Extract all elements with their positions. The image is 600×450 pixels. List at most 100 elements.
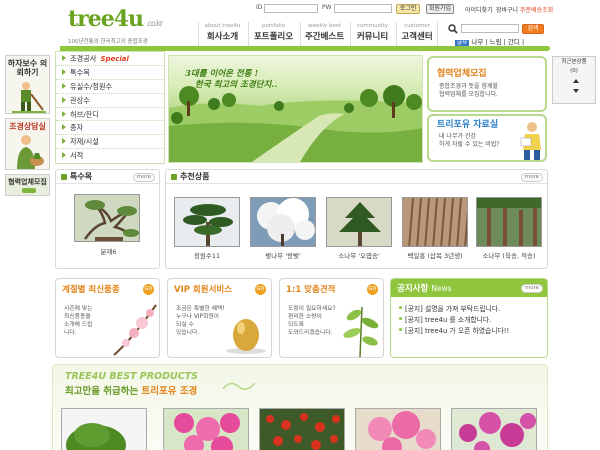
nav-about-label: 회사소개 [206,32,239,42]
category-materials[interactable]: 자재/시설 [56,135,164,150]
product-photo-3[interactable] [326,197,392,247]
signup-button[interactable]: 회원가입 [426,4,454,14]
pink-blossom-image [368,411,436,450]
notice-more-button[interactable]: more [520,284,543,293]
pw-label: PW [322,4,332,11]
partner-recruit-title: 협력업체모집 [437,69,487,79]
nav-about[interactable]: about tree4u 회사소개 [198,22,246,46]
font-size-links[interactable]: 나무 | 느림 | 간디 | [471,38,524,46]
product-photo-2[interactable] [250,197,316,247]
recommended-more-button[interactable]: more [520,173,543,182]
category-seeds[interactable]: 종자 [56,121,164,136]
best-products-ko-title: 최고만을 취급하는 트리포유 조경 [65,383,197,397]
person-reading-icon [520,122,541,160]
best-product-4[interactable] [355,408,441,450]
nav-community-en: community [356,23,388,29]
bullet-arrow-icon [62,110,66,117]
seasonal-line-3: 소개해 드립 [64,322,93,328]
order-tracking-link[interactable]: 주문배송조회 [520,5,553,14]
category-ornamental[interactable]: 관상수 [56,94,164,108]
best-products-prefix: 최고만을 취급하는 [65,386,142,397]
seasonal-card[interactable]: 계절별 최신품종 GO 시즌에 맞는 최신품종을 소개해 드립 니다. [55,278,160,358]
vip-card-title: VIP 회원서비스 [174,285,233,295]
site-logo[interactable]: tree4u .co.kr 100년전통의 한국최고의 종합조경 [68,8,188,46]
special-tree-section: 특수목 more 분재6 [55,169,160,269]
five-needle-pine-image [339,202,381,246]
best-product-3[interactable] [259,408,345,450]
special-tree-photo[interactable] [74,194,140,242]
product-photo-5[interactable] [476,197,542,247]
nav-community[interactable]: community 커뮤니티 [350,22,394,46]
custom-quote-card-body: 도움이 필요하세요? 편리한 소량이 되도록 도와드리겠습니다. [288,305,336,337]
notice-item-3[interactable]: [공지] tree4u 가 오픈 하였습니다!! [398,325,509,335]
resource-room-banner[interactable]: 트리포유 자료실 내 나무가 건강 하게 자랄 수 있는 비법? [427,114,547,162]
nav-portfolio[interactable]: portfolio 포트폴리오 [248,22,298,46]
gardener-icon [12,82,46,113]
custom-quote-card[interactable]: 1:1 맞춤견적 GO 도움이 필요하세요? 편리한 소량이 되도록 도와드리겠… [279,278,384,358]
search-input[interactable] [461,24,519,33]
bullet-arrow-icon [62,82,66,89]
product-caption-1[interactable]: 정원수11 [174,250,240,260]
category-herb-grass[interactable]: 허브/잔디 [56,108,164,122]
product-caption-5[interactable]: 소나무 (육송, 적송) [474,250,544,260]
green-leaves-image [343,306,379,357]
special-tree-title: 특수목 [70,172,93,181]
partner-recruit-banner[interactable]: 협력업체모집 종합조경과 뜻을 함께할 협력업체를 모집합니다. [427,56,547,112]
product-caption-2[interactable]: 벚나무 '왕벚' [250,250,316,260]
category-landscaping[interactable]: 조경공사 Special [56,52,164,66]
notice-item-2[interactable]: [공지] tree4u 를 소개합니다. [398,314,491,324]
vip-go-button[interactable]: GO [255,284,266,295]
nav-customer[interactable]: customer 고객센터 [396,22,438,46]
category-fruit-garden[interactable]: 유실수/정원수 [56,80,164,94]
find-id-link[interactable]: 아이디찾기 [465,5,493,14]
cart-link[interactable]: 장바구니 [496,5,518,14]
nav-community-label: 커뮤니티 [356,32,389,42]
login-button[interactable]: 로그인 [396,4,420,14]
consulting-banner[interactable]: 조경상담실 [5,118,50,170]
main-banner[interactable]: 3대를 이어온 전통 ! 한국 최고의 조경단지.. [168,55,423,163]
best-product-2[interactable] [163,408,249,450]
bullet-arrow-icon [62,55,66,61]
partner-recruit-line-2: 협력업체를 모집합니다. [439,91,499,98]
seasonal-go-button[interactable]: GO [143,284,154,295]
best-product-5[interactable] [451,408,537,450]
product-photo-1[interactable] [174,197,240,247]
nav-portfolio-label: 포트폴리오 [253,32,294,42]
vip-line-1: 조금은 특별한 혜택! [176,306,225,312]
notice-item-1[interactable]: [공지] 설명을 가져 부탁드립니다. [398,303,500,313]
category-special-tree[interactable]: 특수목 [56,66,164,80]
seasonal-card-body: 시즌에 맞는 최신품종을 소개해 드립 니다. [64,305,93,337]
id-input[interactable] [264,4,318,13]
notice-board: 공지사항 News more [공지] 설명을 가져 부탁드립니다. [공지] … [390,278,548,358]
category-landscaping-label: 조경공사 [70,54,97,63]
best-product-1[interactable] [61,408,147,450]
product-caption-4[interactable]: 백일홍 (삽목 3년생) [400,250,470,260]
crape-myrtle-cuttings-image [408,198,467,246]
product-photo-4[interactable] [402,197,468,247]
category-books[interactable]: 서적 [56,149,164,163]
vip-card[interactable]: VIP 회원서비스 GO 조금은 특별한 혜택! 누구나 VIP회원이 되실 수… [167,278,272,358]
warranty-request-banner[interactable]: 하자보수 의뢰하기 [5,55,50,114]
banner-headline-2: 한국 최고의 조경단지.. [195,80,278,90]
scroll-up-icon[interactable] [573,79,579,83]
bonsai-image [83,200,139,241]
search-button[interactable]: 검색 [522,24,544,34]
seasonal-card-title: 계절별 최신품종 [62,285,120,295]
partner-recruit-banner-small[interactable]: 협력업체모집 [5,174,50,196]
nav-weekly-best[interactable]: weekly best 주간베스트 [300,22,348,46]
custom-quote-line-4: 도와드리겠습니다. [288,330,333,336]
category-ornamental-label: 관상수 [70,95,90,105]
nav-customer-label: 고객센터 [401,32,433,42]
cherry-blossom-image [257,198,315,246]
pw-input[interactable] [334,4,392,13]
nav-weekly-best-label: 주간베스트 [304,32,345,42]
resource-room-line-1: 내 나무가 건강 [439,133,476,140]
custom-quote-go-button[interactable]: GO [367,284,378,295]
product-caption-3[interactable]: 소나무 '오엽송' [326,250,392,260]
arrow-right-icon [22,188,36,193]
category-fruit-garden-label: 유실수/정원수 [70,81,113,91]
special-tree-more-button[interactable]: more [132,173,155,182]
consulting-label: 조경상담실 [9,122,46,131]
special-tree-caption[interactable]: 분재6 [56,246,161,256]
scroll-down-icon[interactable] [573,89,579,93]
